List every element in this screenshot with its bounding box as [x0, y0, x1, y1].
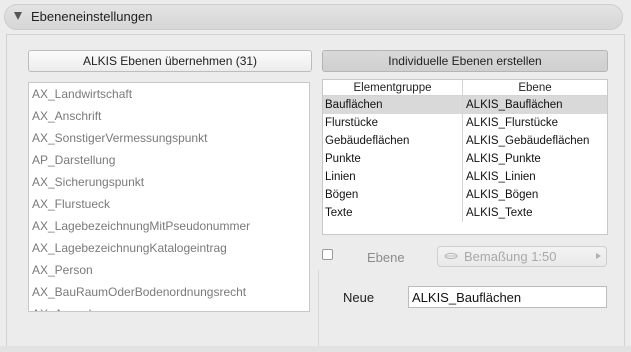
- new-layer-label: Neue: [343, 290, 375, 305]
- cell-ebene: ALKIS_Punkte: [466, 153, 541, 165]
- list-item[interactable]: AX_SonstigerVermessungspunkt: [29, 127, 309, 149]
- layer-icon: [444, 252, 458, 260]
- list-item[interactable]: AX_Flurstueck: [29, 193, 309, 215]
- column-header-ebene[interactable]: Ebene: [463, 80, 607, 95]
- table-row[interactable]: Flurstücke ALKIS_Flurstücke: [323, 114, 607, 132]
- list-item[interactable]: AP_Darstellung: [29, 149, 309, 171]
- layer-mapping-table[interactable]: Elementgruppe Ebene Bauflächen ALKIS_Bauf…: [322, 79, 608, 235]
- cell-ebene: ALKIS_Bögen: [466, 189, 539, 201]
- table-row[interactable]: Texte ALKIS_Texte: [323, 204, 607, 222]
- table-row[interactable]: Punkte ALKIS_Punkte: [323, 150, 607, 168]
- chevron-right-icon: [596, 253, 601, 259]
- cell-elementgruppe: Gebäudeflächen: [323, 132, 463, 150]
- cell-elementgruppe: Punkte: [323, 150, 463, 168]
- list-item[interactable]: AX_Sicherungspunkt: [29, 171, 309, 193]
- create-individual-layers-button[interactable]: Individuelle Ebenen erstellen: [322, 50, 608, 72]
- ebene-popup-button[interactable]: Bemaßung 1:50: [437, 246, 607, 267]
- list-item[interactable]: AX_Person: [29, 259, 309, 281]
- disclosure-triangle-icon[interactable]: [14, 12, 22, 20]
- ebene-selected-value: Bemaßung 1:50: [464, 249, 557, 264]
- cell-ebene: ALKIS_Flurstücke: [466, 117, 559, 129]
- table-row[interactable]: Gebäudeflächen ALKIS_Gebäudeflächen: [323, 132, 607, 150]
- cell-elementgruppe: Flurstücke: [323, 114, 463, 132]
- list-item[interactable]: AX_LagebezeichnungMitPseudonummer: [29, 215, 309, 237]
- section-header[interactable]: Ebeneneinstellungen: [4, 4, 623, 30]
- cell-elementgruppe: Texte: [323, 204, 463, 222]
- table-header: Elementgruppe Ebene: [323, 80, 607, 96]
- table-row[interactable]: Linien ALKIS_Linien: [323, 168, 607, 186]
- column-header-elementgruppe[interactable]: Elementgruppe: [323, 80, 463, 95]
- list-item[interactable]: AX_Anschrift: [29, 105, 309, 127]
- vertical-divider: [318, 270, 319, 350]
- import-alkis-layers-button[interactable]: ALKIS Ebenen übernehmen (31): [28, 50, 312, 72]
- cell-elementgruppe: Linien: [323, 168, 463, 186]
- ebene-checkbox[interactable]: [322, 249, 333, 260]
- new-layer-input[interactable]: [408, 286, 607, 308]
- cell-ebene: ALKIS_Linien: [466, 171, 536, 183]
- list-item[interactable]: AX_Ausgabe…: [29, 303, 309, 311]
- cell-elementgruppe: Bögen: [323, 186, 463, 204]
- section-title: Ebeneneinstellungen: [31, 9, 153, 24]
- alkis-layer-list[interactable]: AX_Landwirtschaft AX_Anschrift AX_Sonsti…: [28, 82, 310, 312]
- table-row[interactable]: Bauflächen ALKIS_Bauflächen: [323, 96, 607, 114]
- cell-ebene: ALKIS_Bauflächen: [466, 99, 563, 111]
- cell-elementgruppe: Bauflächen: [323, 96, 463, 114]
- cell-ebene: ALKIS_Gebäudeflächen: [466, 135, 590, 147]
- table-row[interactable]: Bögen ALKIS_Bögen: [323, 186, 607, 204]
- ebene-label: Ebene: [367, 250, 405, 265]
- list-item[interactable]: AX_BauRaumOderBodenordnungsrecht: [29, 281, 309, 303]
- list-item[interactable]: AX_LagebezeichnungKatalogeintrag: [29, 237, 309, 259]
- list-item[interactable]: AX_Landwirtschaft: [29, 83, 309, 105]
- bottom-bar: [0, 346, 631, 352]
- cell-ebene: ALKIS_Texte: [466, 207, 533, 219]
